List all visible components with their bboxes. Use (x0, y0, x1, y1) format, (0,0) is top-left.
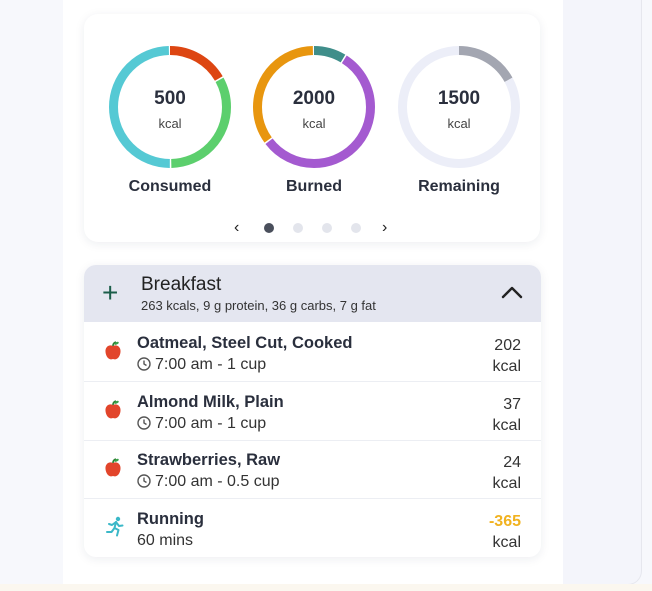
food-calories: 37 kcal (493, 394, 521, 436)
burned-ring: 2000 kcal (250, 43, 378, 171)
carousel-pager: ‹ › (84, 218, 540, 238)
bottom-strip (0, 584, 652, 591)
clock-icon (137, 474, 151, 488)
food-name: Almond Milk, Plain (137, 393, 284, 411)
exercise-duration: 60 mins (137, 532, 194, 549)
prev-arrow-icon[interactable]: ‹ (234, 218, 239, 238)
consumed-label: Consumed (128, 178, 212, 195)
running-icon (106, 516, 124, 537)
calorie-value: -365 (488, 513, 521, 530)
food-meta: 7:00 am - 1 cup (137, 356, 266, 374)
consumed-value: 500 (154, 88, 186, 109)
food-row[interactable]: Almond Milk, Plain 7:00 am - 1 cup 37 kca… (84, 382, 541, 441)
burned-value: 2000 (292, 88, 336, 109)
food-name: Oatmeal, Steel Cut, Cooked (137, 334, 353, 352)
calorie-unit: kcal (492, 534, 521, 551)
remaining-unit: kcal (447, 116, 471, 131)
food-row[interactable]: Oatmeal, Steel Cut, Cooked 7:00 am - 1 c… (84, 323, 541, 382)
apple-icon (105, 458, 121, 477)
breakfast-header[interactable]: + Breakfast 263 kcals, 9 g protein, 36 g… (84, 265, 541, 322)
chevron-up-icon[interactable] (501, 285, 523, 299)
clock-icon (137, 357, 151, 371)
consumed-unit: kcal (158, 116, 182, 131)
meal-title: Breakfast (141, 274, 222, 295)
calorie-unit: kcal (492, 475, 521, 492)
consumed-ring: 500 kcal (106, 43, 234, 171)
food-name: Strawberries, Raw (137, 451, 281, 469)
calorie-unit: kcal (492, 358, 521, 375)
background-panel (563, 0, 642, 585)
remaining-ring: 1500 kcal (395, 43, 523, 171)
exercise-row[interactable]: Running 60 mins -365 kcal (84, 499, 541, 557)
remaining-value: 1500 (437, 88, 481, 109)
remaining-label: Remaining (418, 178, 500, 195)
food-row[interactable]: Strawberries, Raw 7:00 am - 0.5 cup 24 kc… (84, 440, 541, 499)
calorie-value: 202 (494, 337, 521, 354)
pager-dot-2[interactable] (293, 223, 303, 233)
plus-icon[interactable]: + (102, 279, 118, 307)
calorie-unit: kcal (492, 417, 521, 434)
apple-icon (105, 400, 121, 419)
food-time-serving: 7:00 am - 1 cup (155, 356, 267, 373)
calorie-value: 37 (503, 396, 521, 413)
pager-dot-3[interactable] (322, 223, 332, 233)
clock-icon (137, 416, 151, 430)
food-meta: 7:00 am - 1 cup (137, 415, 266, 433)
food-time-serving: 7:00 am - 1 cup (155, 415, 267, 432)
burned-unit: kcal (302, 116, 326, 131)
next-arrow-icon[interactable]: › (382, 218, 387, 238)
breakfast-section: + Breakfast 263 kcals, 9 g protein, 36 g… (84, 265, 541, 557)
food-calories: 202 kcal (493, 335, 521, 377)
exercise-calories: -365 kcal (489, 511, 521, 553)
meal-summary: 263 kcals, 9 g protein, 36 g carbs, 7 g … (141, 298, 376, 313)
pager-dot-4[interactable] (351, 223, 361, 233)
food-calories: 24 kcal (493, 452, 521, 494)
exercise-name: Running (137, 510, 204, 528)
pager-dot-1[interactable] (264, 223, 274, 233)
food-time-serving: 7:00 am - 0.5 cup (155, 473, 280, 490)
burned-label: Burned (286, 178, 342, 195)
apple-icon (105, 341, 121, 360)
calorie-value: 24 (503, 454, 521, 471)
calorie-summary-card: 500 kcal Consumed 2000 kcal Burned 1500 … (84, 14, 540, 242)
food-meta: 7:00 am - 0.5 cup (137, 473, 280, 491)
